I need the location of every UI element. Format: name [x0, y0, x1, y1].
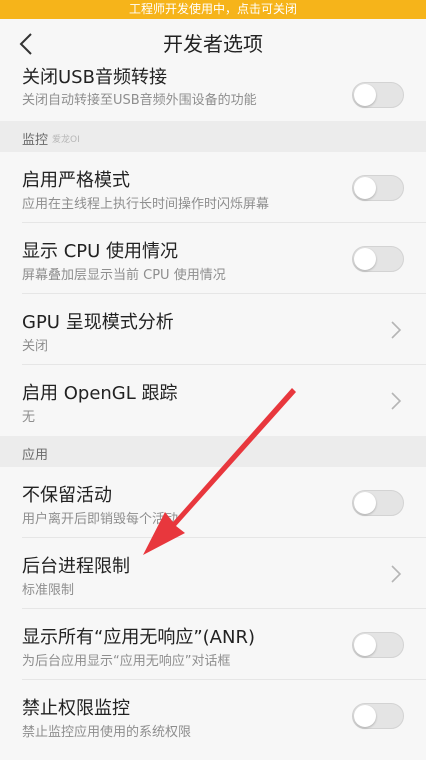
engineer-mode-banner[interactable]: 工程师开发使用中，点击可关闭 — [0, 0, 426, 19]
toggle-knob — [354, 84, 376, 106]
setting-title: 关闭USB音频转接 — [22, 67, 167, 88]
page-title: 开发者选项 — [163, 32, 263, 56]
permission-monitoring-toggle[interactable] — [352, 702, 404, 729]
setting-subtitle: 用户离开后即销毁每个活动 — [22, 512, 179, 527]
settings-list: 关闭USB音频转接 关闭自动转接至USB音频外围设备的功能 监控 爱龙OI 启用… — [0, 67, 426, 751]
chevron-right-icon — [391, 320, 402, 339]
toggle-knob — [354, 176, 376, 199]
toggle-knob — [354, 247, 376, 270]
setting-subtitle: 禁止监控应用使用的系统权限 — [22, 725, 192, 740]
setting-title: 显示所有“应用无响应”(ANR) — [22, 627, 255, 648]
dont-keep-activities-toggle[interactable] — [352, 489, 404, 516]
setting-title: 后台进程限制 — [22, 556, 130, 577]
setting-opengl-trace[interactable]: 启用 OpenGL 跟踪 无 — [0, 365, 426, 436]
section-apps: 应用 — [0, 436, 426, 467]
setting-title: 禁止权限监控 — [22, 698, 130, 719]
setting-subtitle: 标准限制 — [22, 583, 75, 598]
usb-audio-toggle[interactable] — [352, 82, 404, 108]
setting-background-process-limit[interactable]: 后台进程限制 标准限制 — [0, 538, 426, 609]
section-monitoring: 监控 爱龙OI — [0, 121, 426, 152]
setting-title: 不保留活动 — [22, 485, 112, 506]
show-anr-toggle[interactable] — [352, 631, 404, 658]
watermark-text: 爱龙OI — [52, 135, 80, 145]
setting-strict-mode[interactable]: 启用严格模式 应用在主线程上执行长时间操作时闪烁屏幕 — [0, 152, 426, 223]
setting-title: 启用 OpenGL 跟踪 — [22, 383, 178, 404]
section-title: 应用 — [22, 448, 49, 463]
top-bar: 开发者选项 — [0, 19, 426, 69]
toggle-knob — [354, 633, 376, 656]
chevron-right-icon — [391, 564, 402, 583]
cpu-usage-toggle[interactable] — [352, 245, 404, 272]
setting-title: 启用严格模式 — [22, 170, 130, 191]
setting-dont-keep-activities[interactable]: 不保留活动 用户离开后即销毁每个活动 — [0, 467, 426, 538]
setting-title: 显示 CPU 使用情况 — [22, 241, 179, 262]
setting-subtitle: 为后台应用显示“应用无响应”对话框 — [22, 654, 231, 669]
strict-mode-toggle[interactable] — [352, 174, 404, 201]
setting-gpu-profile[interactable]: GPU 呈现模式分析 关闭 — [0, 294, 426, 365]
setting-show-all-anr[interactable]: 显示所有“应用无响应”(ANR) 为后台应用显示“应用无响应”对话框 — [0, 609, 426, 680]
setting-subtitle: 应用在主线程上执行长时间操作时闪烁屏幕 — [22, 197, 270, 212]
setting-subtitle: 屏幕叠加层显示当前 CPU 使用情况 — [22, 268, 226, 283]
setting-show-cpu-usage[interactable]: 显示 CPU 使用情况 屏幕叠加层显示当前 CPU 使用情况 — [0, 223, 426, 294]
setting-title: GPU 呈现模式分析 — [22, 312, 174, 333]
toggle-knob — [354, 491, 376, 514]
setting-subtitle: 关闭自动转接至USB音频外围设备的功能 — [22, 93, 257, 108]
setting-usb-audio-routing[interactable]: 关闭USB音频转接 关闭自动转接至USB音频外围设备的功能 — [0, 67, 426, 121]
setting-subtitle: 关闭 — [22, 339, 49, 354]
section-title: 监控 — [22, 133, 49, 148]
setting-disable-permission-monitoring[interactable]: 禁止权限监控 禁止监控应用使用的系统权限 — [0, 680, 426, 751]
toggle-knob — [354, 704, 376, 727]
chevron-right-icon — [391, 391, 402, 410]
setting-subtitle: 无 — [22, 410, 36, 425]
